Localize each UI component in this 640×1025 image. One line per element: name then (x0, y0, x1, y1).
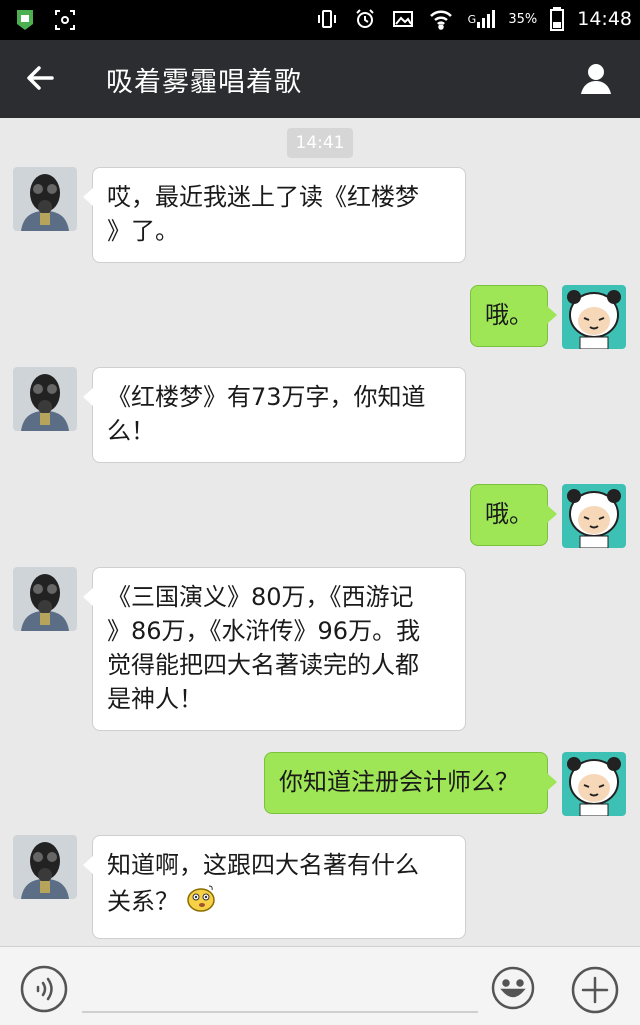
message-text: 知道啊，这跟四大名著有什么 关系？ (107, 851, 419, 916)
plus-icon (571, 966, 619, 1014)
contact-avatar[interactable] (13, 167, 77, 231)
message-bubble-outgoing[interactable]: 你知道注册会计师么？ (264, 752, 557, 814)
contact-avatar[interactable] (13, 367, 77, 431)
vibrate-icon (314, 6, 340, 32)
clock: 14:48 (577, 8, 632, 30)
message-text: 哦。 (485, 301, 533, 329)
status-bar: G 35% 14:48 (0, 0, 640, 40)
battery-percent: 35% (508, 11, 538, 27)
message-text: 哦。 (485, 500, 533, 528)
chat-info-button[interactable] (576, 58, 616, 98)
my-avatar[interactable] (562, 752, 626, 816)
message-bubble-incoming[interactable]: 《红楼梦》有73万字，你知道 么！ (83, 367, 466, 463)
message-bubble-outgoing[interactable]: 哦。 (470, 484, 557, 546)
message-bubble-incoming[interactable]: 哎，最近我迷上了读《红楼梦 》了。 (83, 167, 466, 263)
back-button[interactable] (20, 58, 60, 98)
image-icon (390, 6, 416, 32)
message-bubble-incoming[interactable]: 知道啊，这跟四大名著有什么 关系？ (83, 835, 466, 939)
chat-header: 吸着雾霾唱着歌 (0, 40, 640, 118)
screenshot-icon (52, 7, 78, 33)
signal-icon: G (466, 6, 496, 32)
contact-avatar[interactable] (13, 835, 77, 899)
message-text: 《红楼梦》有73万字，你知道 么！ (107, 383, 426, 445)
voice-icon (20, 965, 68, 1013)
security-app-icon (12, 7, 38, 33)
message-text: 哎，最近我迷上了读《红楼梦 》了。 (107, 183, 419, 245)
message-bubble-outgoing[interactable]: 哦。 (470, 285, 557, 347)
contact-avatar[interactable] (13, 567, 77, 631)
wifi-icon (428, 6, 454, 32)
alarm-icon (352, 6, 378, 32)
more-options-button[interactable] (570, 965, 620, 1015)
emoji-button[interactable] (490, 965, 536, 1011)
message-bubble-incoming[interactable]: 《三国演义》80万，《西游记 》86万，《水浒传》96万。我 觉得能把四大名著读… (83, 567, 466, 731)
voice-input-button[interactable] (20, 965, 68, 1013)
my-avatar[interactable] (562, 484, 626, 548)
text-input-field[interactable] (82, 1011, 478, 1013)
message-input-bar (0, 946, 640, 1025)
network-type: G (467, 12, 477, 26)
confused-emoji-icon (185, 882, 217, 923)
chat-title: 吸着雾霾唱着歌 (106, 67, 302, 98)
message-timestamp: 14:41 (287, 128, 353, 158)
message-text: 《三国演义》80万，《西游记 》86万，《水浒传》96万。我 觉得能把四大名著读… (107, 583, 421, 713)
my-avatar[interactable] (562, 285, 626, 349)
message-text: 你知道注册会计师么？ (279, 768, 519, 796)
arrow-left-icon (27, 66, 54, 90)
battery-icon (549, 6, 565, 32)
smiley-icon (491, 966, 535, 1010)
person-icon (581, 64, 611, 94)
